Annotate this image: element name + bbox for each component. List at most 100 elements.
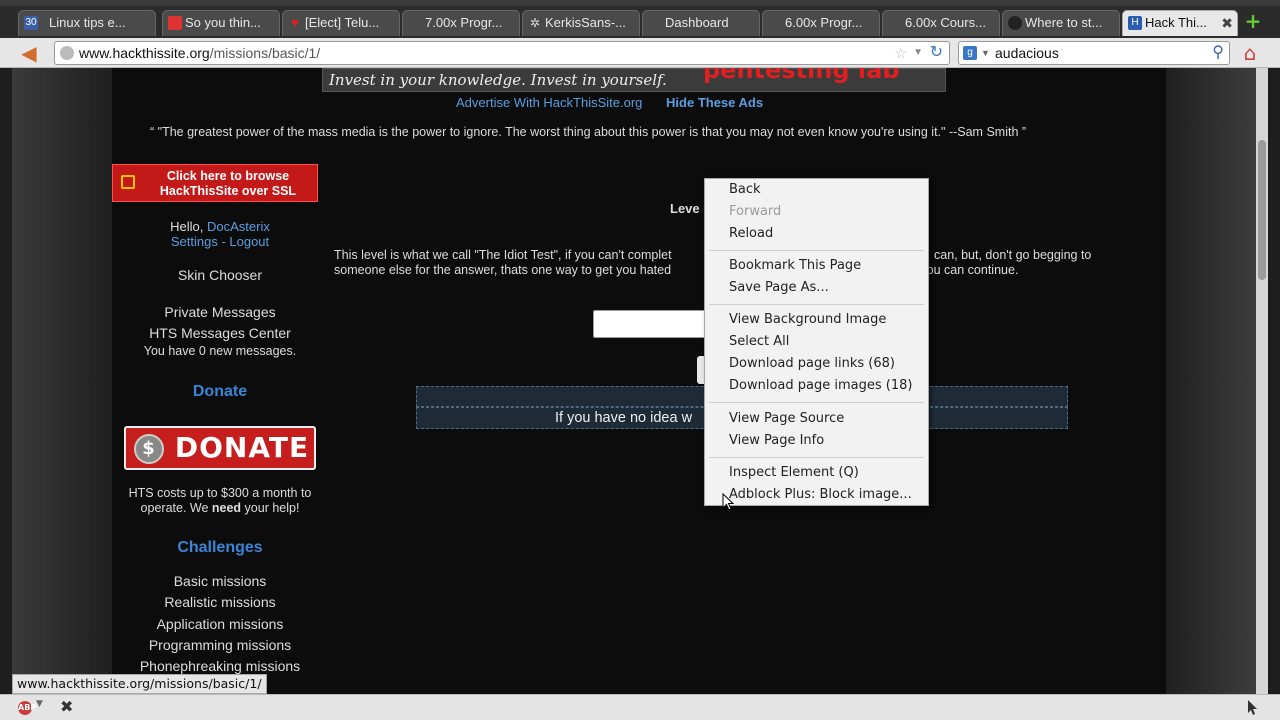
- menu-separator: [709, 457, 924, 458]
- ssl-button[interactable]: Click here to browse HackThisSite over S…: [112, 164, 318, 202]
- ad-banner-red-text: pentesting lab: [703, 68, 900, 84]
- cost-line-2-pre: operate. We: [140, 501, 212, 515]
- tab-label: Linux tips e...: [49, 15, 126, 30]
- lock-icon: [121, 175, 135, 189]
- mission-link-realistic[interactable]: Realistic missions: [112, 594, 328, 610]
- hts-messages-link[interactable]: HTS Messages Center: [112, 325, 328, 341]
- search-icon[interactable]: ⚲: [1212, 42, 1224, 64]
- new-messages-count: You have 0 new messages.: [143, 344, 297, 358]
- tab-label: So you thin...: [185, 15, 261, 30]
- url-host: www.hackthissite.org: [79, 45, 210, 61]
- home-icon[interactable]: ⌂: [1238, 42, 1262, 64]
- menu-item-inspect-element[interactable]: Inspect Element (Q): [729, 463, 859, 483]
- tab-6x-cours[interactable]: 6.00x Cours...: [882, 10, 1000, 36]
- donate-heading: Donate: [192, 383, 248, 400]
- ad-links: Advertise With HackThisSite.org Hide The…: [456, 95, 763, 110]
- tab-elect-telu[interactable]: ♥ [Elect] Telu...: [282, 10, 400, 36]
- tab-dashboard[interactable]: Dashboard: [642, 10, 760, 36]
- url-path: /missions/basic/1/: [209, 45, 321, 61]
- menu-item-download-links[interactable]: Download page links (68): [729, 354, 895, 374]
- tab-label: Dashboard: [665, 15, 729, 30]
- menu-item-select-all[interactable]: Select All: [729, 332, 789, 352]
- tab-hack-this-site[interactable]: H Hack Thi... ✖: [1122, 10, 1238, 36]
- username-link[interactable]: DocAsterix: [207, 219, 270, 234]
- advertise-link[interactable]: Advertise With HackThisSite.org: [456, 95, 642, 110]
- cost-line-2-bold: need: [211, 501, 242, 515]
- donate-button[interactable]: $ DONATE: [124, 426, 316, 470]
- private-messages-link[interactable]: Private Messages: [112, 304, 328, 320]
- tab-linux-tips[interactable]: 30 Linux tips e...: [18, 10, 156, 36]
- tab-6x-progr[interactable]: 6.00x Progr...: [762, 10, 880, 36]
- tab-label: 6.00x Cours...: [905, 15, 986, 30]
- mouse-cursor-icon: [722, 493, 734, 511]
- tab-where-to[interactable]: Where to st...: [1002, 10, 1120, 36]
- back-button[interactable]: ◀: [18, 42, 40, 64]
- password-input[interactable]: [593, 310, 713, 338]
- new-tab-icon[interactable]: +: [1244, 11, 1262, 31]
- url-bar[interactable]: www.hackthissite.org/missions/basic/1/ ☆…: [54, 41, 950, 65]
- skin-chooser-link[interactable]: Skin Chooser: [112, 267, 328, 283]
- level-desc-part-1: This level is what we call "The Idiot Te…: [334, 248, 672, 262]
- addon-bar: ABP ▼ ✖: [0, 694, 1280, 720]
- adblock-dropdown-icon[interactable]: ▼: [36, 699, 43, 709]
- status-url-tooltip: www.hackthissite.org/missions/basic/1/: [12, 674, 267, 694]
- donate-button-label: DONATE: [174, 431, 310, 464]
- account-links: Settings - Logout: [112, 234, 328, 249]
- tab-label: Where to st...: [1025, 15, 1103, 30]
- search-input[interactable]: audacious: [995, 45, 1059, 61]
- level-desc-part-1-tail: can, but, don't go begging to: [934, 248, 1092, 262]
- adblock-plus-icon[interactable]: ABP: [18, 701, 36, 715]
- gear-icon: ✲: [529, 16, 541, 30]
- mission-link-application[interactable]: Application missions: [112, 616, 328, 632]
- scrollbar-thumb[interactable]: [1258, 140, 1266, 280]
- cursor-pointer-icon: [1248, 700, 1257, 715]
- menu-separator: [709, 402, 924, 403]
- title-strip: [0, 0, 1280, 6]
- mission-link-basic[interactable]: Basic missions: [112, 573, 328, 589]
- tab-7x-progr[interactable]: 7.00x Progr...: [402, 10, 520, 36]
- hide-ads-link[interactable]: Hide These Ads: [666, 95, 763, 110]
- menu-item-download-images[interactable]: Download page images (18): [729, 376, 912, 396]
- menu-item-bookmark[interactable]: Bookmark This Page: [729, 256, 861, 276]
- challenges-heading: Challenges: [177, 539, 263, 556]
- bookmark-star-icon[interactable]: ☆: [894, 42, 907, 64]
- heart-icon: ♥: [291, 15, 299, 30]
- google-icon[interactable]: g: [963, 46, 977, 60]
- menu-item-adblock-block-image[interactable]: Adblock Plus: Block image...: [729, 485, 912, 505]
- cost-line-2-post: your help!: [241, 501, 300, 515]
- menu-item-view-background[interactable]: View Background Image: [729, 310, 886, 330]
- sidebar: Click here to browse HackThisSite over S…: [112, 158, 328, 694]
- navigation-bar: ◀ www.hackthissite.org/missions/basic/1/…: [0, 38, 1280, 68]
- menu-item-reload[interactable]: Reload: [729, 224, 773, 244]
- tab-label: 6.00x Progr...: [785, 15, 863, 30]
- close-tab-icon[interactable]: ✖: [1221, 11, 1233, 35]
- search-bar[interactable]: g ▼ audacious ⚲: [958, 41, 1230, 65]
- settings-link[interactable]: Settings: [171, 234, 218, 249]
- logout-link[interactable]: Logout: [229, 234, 269, 249]
- menu-item-forward[interactable]: Forward: [729, 202, 781, 222]
- menu-item-page-info[interactable]: View Page Info: [729, 431, 824, 451]
- reload-icon[interactable]: ↻: [930, 42, 943, 64]
- ad-banner-text: Invest in your knowledge. Invest in your…: [329, 71, 667, 89]
- search-engine-dropdown-icon[interactable]: ▼: [981, 42, 990, 64]
- tab-so-you-think[interactable]: So you thin...: [162, 10, 280, 36]
- menu-separator: [709, 250, 924, 251]
- menu-item-save-page[interactable]: Save Page As...: [729, 278, 829, 298]
- hts-icon: H: [1128, 16, 1142, 30]
- close-addon-bar-icon[interactable]: ✖: [60, 697, 73, 716]
- link-separator: -: [217, 234, 230, 249]
- background-wall-left: [12, 68, 112, 694]
- ad-banner[interactable]: Invest in your knowledge. Invest in your…: [322, 68, 946, 92]
- menu-item-view-source[interactable]: View Page Source: [729, 409, 844, 429]
- mission-link-programming[interactable]: Programming missions: [112, 637, 328, 653]
- feed-icon: [168, 16, 182, 30]
- tab-label: [Elect] Telu...: [305, 15, 380, 30]
- site-identity-icon[interactable]: [60, 46, 74, 60]
- page-content: Invest in your knowledge. Invest in your…: [12, 68, 1256, 694]
- tab-kerkis[interactable]: ✲ KerkisSans-...: [522, 10, 640, 36]
- history-dropdown-icon[interactable]: ▼: [913, 42, 923, 64]
- mission-link-phonephreaking[interactable]: Phonephreaking missions: [112, 658, 328, 674]
- level-desc-part-2: someone else for the answer, thats one w…: [334, 263, 672, 277]
- menu-item-back[interactable]: Back: [729, 180, 761, 200]
- hello-prefix: Hello,: [170, 219, 207, 234]
